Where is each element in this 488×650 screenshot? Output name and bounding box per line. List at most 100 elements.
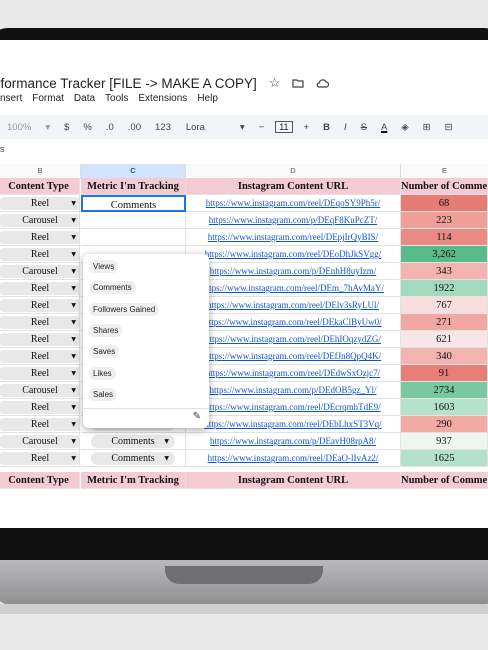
content-type-chip[interactable]: Reel ▼ bbox=[0, 282, 79, 295]
font-size-input[interactable]: 11 bbox=[275, 121, 293, 133]
content-type-cell[interactable]: Reel ▼ bbox=[0, 365, 80, 382]
url-cell[interactable]: https://www.instagram.com/reel/DEm_7hAvM… bbox=[186, 280, 401, 297]
pencil-icon[interactable]: ✎ bbox=[193, 411, 201, 422]
number-format-button[interactable]: 123 bbox=[155, 122, 171, 133]
comments-cell[interactable]: 91 bbox=[401, 365, 488, 382]
url-cell[interactable]: https://www.instagram.com/reel/DEkaClByU… bbox=[186, 314, 401, 331]
dropdown-arrow-icon[interactable]: ▼ bbox=[71, 452, 76, 465]
dropdown-arrow-icon[interactable]: ▼ bbox=[71, 418, 76, 431]
url-cell[interactable]: https://www.instagram.com/reel/DEaO-lIvA… bbox=[186, 450, 401, 467]
cloud-icon[interactable] bbox=[316, 76, 330, 91]
url-cell[interactable]: https://www.instagram.com/reel/DEcrqmhTd… bbox=[186, 399, 401, 416]
content-type-chip[interactable]: Carousel ▼ bbox=[0, 265, 79, 278]
header-content-type-cell[interactable]: Content Type bbox=[0, 178, 80, 195]
dropdown-arrow-icon[interactable]: ▼ bbox=[71, 197, 76, 210]
metric-chip[interactable]: Comments ▼ bbox=[91, 452, 175, 465]
header-comments-cell[interactable]: Number of Comme bbox=[401, 472, 488, 489]
content-type-cell[interactable]: Reel ▼ bbox=[0, 314, 80, 331]
url-cell[interactable]: https://www.instagram.com/reel/DEqoSY9Ph… bbox=[186, 195, 401, 212]
header-metric-cell[interactable]: Metric I'm Tracking bbox=[81, 472, 186, 489]
content-type-cell[interactable]: Reel ▼ bbox=[0, 280, 80, 297]
dropdown-arrow-icon[interactable]: ▼ bbox=[71, 214, 76, 227]
url-cell[interactable]: https://www.instagram.com/reel/DEdwSxOzj… bbox=[186, 365, 401, 382]
menu-item[interactable]: Extensions bbox=[138, 93, 187, 111]
url-cell[interactable]: https://www.instagram.com/reel/DEfJn8QpQ… bbox=[186, 348, 401, 365]
comments-cell[interactable]: 1603 bbox=[401, 399, 488, 416]
dropdown-option[interactable]: Likes bbox=[89, 366, 116, 380]
content-type-chip[interactable]: Reel ▼ bbox=[0, 316, 79, 329]
metric-chip[interactable]: Comments ▼ bbox=[91, 435, 175, 448]
header-comments-cell[interactable]: Number of Comme bbox=[401, 178, 488, 195]
metric-cell-selected[interactable]: Comments bbox=[81, 195, 186, 212]
merge-cells-icon[interactable]: ⊟ bbox=[445, 122, 453, 133]
instagram-url-link[interactable]: https://www.instagram.com/reel/DElv3sRyL… bbox=[207, 300, 379, 310]
comments-cell[interactable]: 1625 bbox=[401, 450, 488, 467]
comments-cell[interactable]: 114 bbox=[401, 229, 488, 246]
dropdown-option[interactable]: Comments bbox=[89, 281, 136, 295]
dropdown-arrow-icon[interactable]: ▼ bbox=[71, 350, 76, 363]
content-type-cell[interactable]: Reel ▼ bbox=[0, 195, 80, 212]
borders-icon[interactable]: ⊞ bbox=[423, 122, 431, 133]
comments-cell[interactable]: 343 bbox=[401, 263, 488, 280]
menu-item[interactable]: Help bbox=[197, 93, 218, 111]
content-type-cell[interactable]: Reel ▼ bbox=[0, 416, 80, 433]
content-type-chip[interactable]: Carousel ▼ bbox=[0, 214, 79, 227]
content-type-cell[interactable]: Reel ▼ bbox=[0, 450, 80, 467]
text-color-button[interactable]: A bbox=[381, 122, 387, 133]
content-type-cell[interactable]: Reel ▼ bbox=[0, 399, 80, 416]
instagram-url-link[interactable]: https://www.instagram.com/reel/DEpjIrQyB… bbox=[208, 232, 378, 242]
instagram-url-link[interactable]: https://www.instagram.com/p/DEavH08rpA8/ bbox=[210, 436, 376, 446]
instagram-url-link[interactable]: https://www.instagram.com/reel/DEaO-lIvA… bbox=[208, 453, 379, 463]
instagram-url-link[interactable]: https://www.instagram.com/reel/DEdwSxOzj… bbox=[206, 368, 380, 378]
content-type-chip[interactable]: Reel ▼ bbox=[0, 333, 79, 346]
instagram-url-link[interactable]: https://www.instagram.com/reel/DEbLhxST3… bbox=[204, 419, 381, 429]
instagram-url-link[interactable]: https://www.instagram.com/reel/DEfJn8QpQ… bbox=[205, 351, 381, 361]
dropdown-option[interactable]: Shares bbox=[89, 323, 123, 337]
fill-color-icon[interactable]: ◈ bbox=[401, 122, 408, 133]
header-url-cell[interactable]: Instagram Content URL bbox=[186, 472, 401, 489]
dropdown-arrow-icon[interactable]: ▼ bbox=[71, 333, 76, 346]
content-type-cell[interactable]: Reel ▼ bbox=[0, 297, 80, 314]
instagram-url-link[interactable]: https://www.instagram.com/reel/DEhIOqzyd… bbox=[205, 334, 381, 344]
column-header-e[interactable]: E bbox=[401, 164, 488, 179]
font-size-decrease-button[interactable]: − bbox=[259, 122, 265, 133]
content-type-chip[interactable]: Reel ▼ bbox=[0, 231, 79, 244]
content-type-chip[interactable]: Reel ▼ bbox=[0, 197, 79, 210]
content-type-chip[interactable]: Reel ▼ bbox=[0, 367, 79, 380]
column-header-d[interactable]: D bbox=[186, 164, 401, 179]
strikethrough-button[interactable]: S bbox=[361, 122, 367, 133]
dropdown-arrow-icon[interactable]: ▼ bbox=[71, 435, 76, 448]
comments-cell[interactable]: 1922 bbox=[401, 280, 488, 297]
comments-cell[interactable]: 621 bbox=[401, 331, 488, 348]
menu-item[interactable]: nsert bbox=[0, 93, 22, 111]
document-title[interactable]: rformance Tracker [FILE -> MAKE A COPY] bbox=[0, 76, 257, 91]
content-type-chip[interactable]: Reel ▼ bbox=[0, 248, 79, 261]
content-type-cell[interactable]: Reel ▼ bbox=[0, 246, 80, 263]
content-type-cell[interactable]: Carousel ▼ bbox=[0, 382, 80, 399]
bold-button[interactable]: B bbox=[323, 122, 330, 133]
content-type-cell[interactable]: Carousel ▼ bbox=[0, 263, 80, 280]
metric-cell[interactable]: Comments ▼ bbox=[81, 450, 186, 467]
content-type-chip[interactable]: Reel ▼ bbox=[0, 401, 79, 414]
header-url-cell[interactable]: Instagram Content URL bbox=[186, 178, 401, 195]
zoom-select[interactable]: 100% bbox=[7, 122, 31, 133]
metric-cell[interactable] bbox=[81, 229, 186, 246]
menu-item[interactable]: Data bbox=[74, 93, 95, 111]
move-folder-icon[interactable] bbox=[292, 76, 304, 91]
dropdown-arrow-icon[interactable]: ▼ bbox=[71, 401, 76, 414]
content-type-cell[interactable]: Carousel ▼ bbox=[0, 433, 80, 450]
dropdown-arrow-icon[interactable]: ▼ bbox=[71, 265, 76, 278]
comments-cell[interactable]: 223 bbox=[401, 212, 488, 229]
italic-button[interactable]: I bbox=[344, 122, 347, 133]
dropdown-arrow-icon[interactable]: ▼ bbox=[71, 316, 76, 329]
font-size-increase-button[interactable]: + bbox=[304, 122, 310, 133]
dropdown-arrow-icon[interactable]: ▼ bbox=[71, 367, 76, 380]
metric-cell[interactable]: Comments ▼ bbox=[81, 433, 186, 450]
currency-button[interactable]: $ bbox=[64, 122, 69, 133]
content-type-chip[interactable]: Carousel ▼ bbox=[0, 384, 79, 397]
dropdown-option[interactable]: Followers Gained bbox=[89, 302, 160, 316]
dropdown-arrow-icon[interactable]: ▼ bbox=[71, 384, 76, 397]
metric-cell[interactable] bbox=[81, 212, 186, 229]
dropdown-option[interactable]: Saves bbox=[89, 345, 120, 359]
dropdown-option[interactable]: Views bbox=[89, 260, 119, 273]
